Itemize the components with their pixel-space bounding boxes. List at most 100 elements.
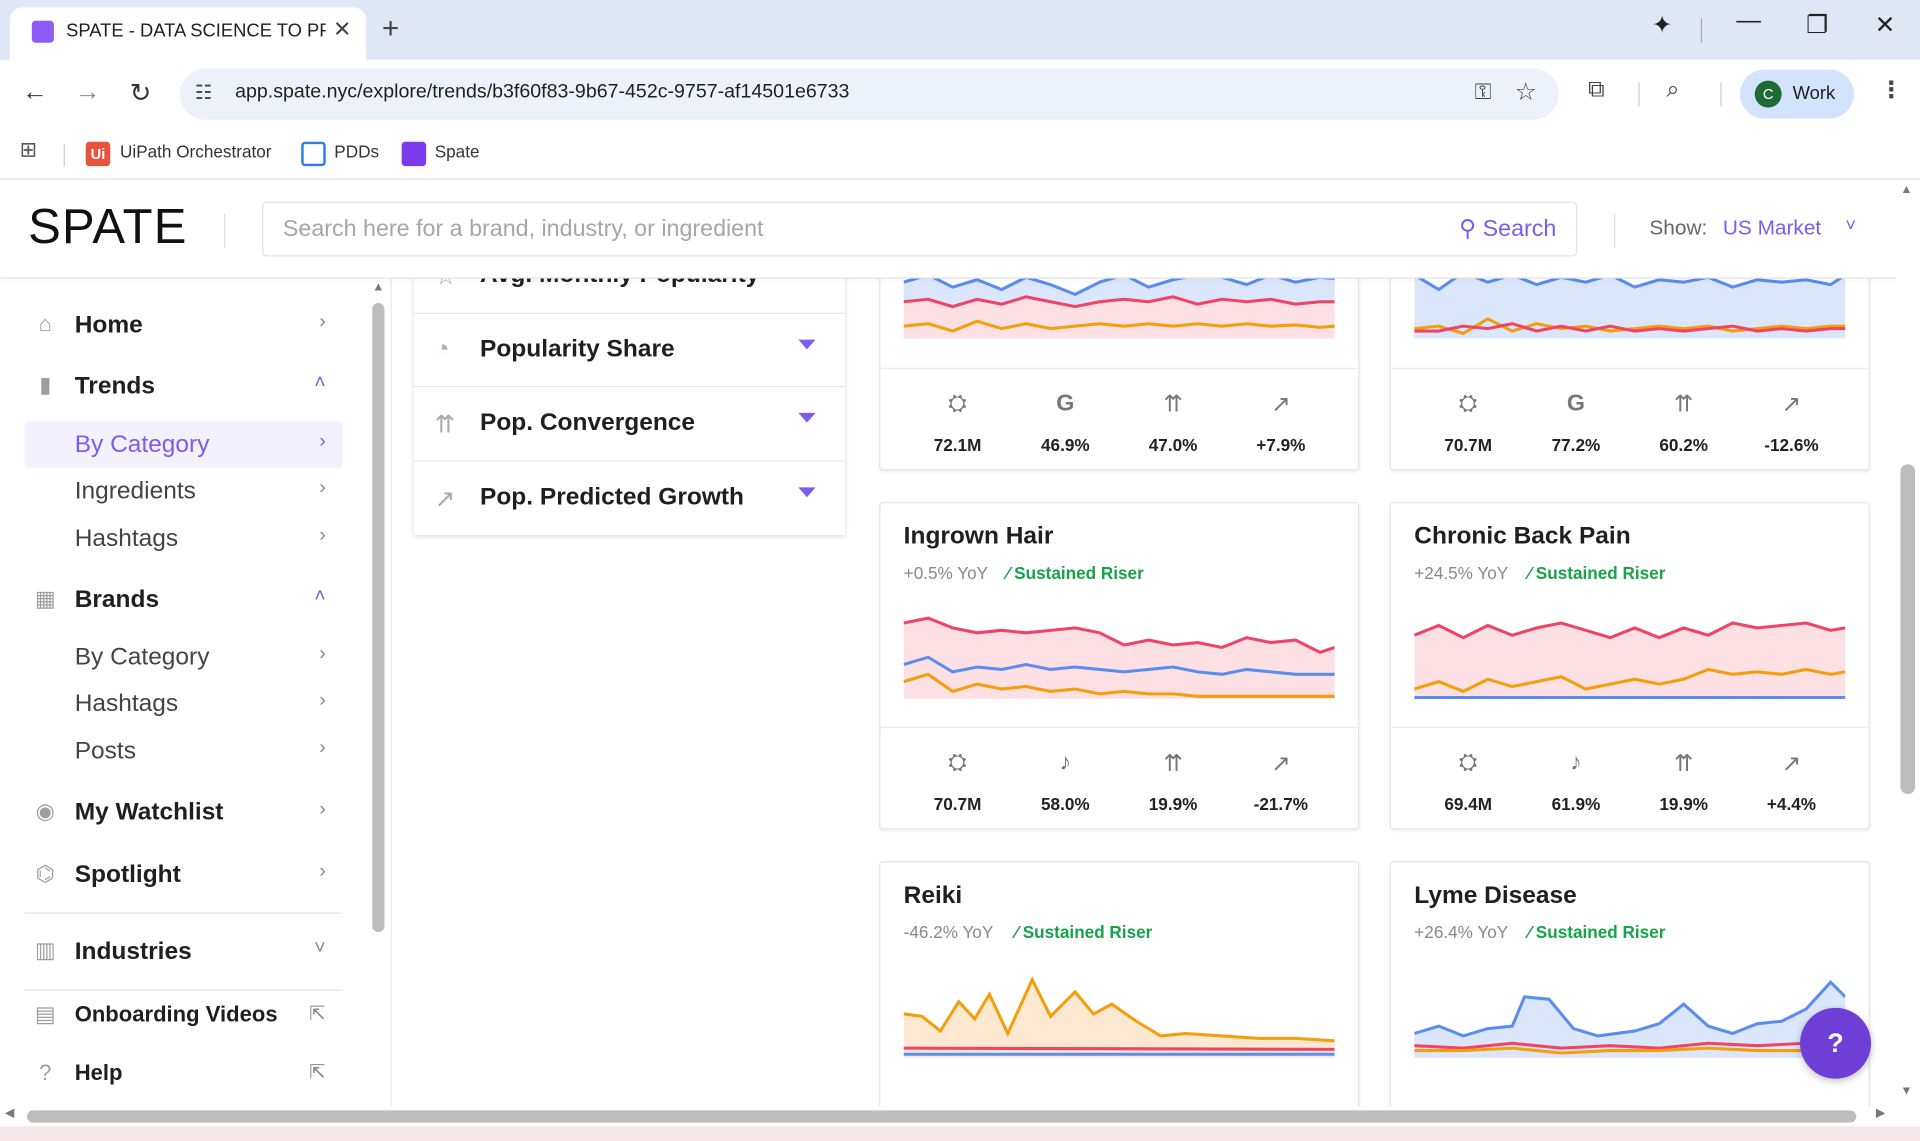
sidebar-label: Trends xyxy=(74,372,155,400)
trend-card-lyme-disease[interactable]: Lyme Disease +26.4% YoY ⁄ Sustained Rise… xyxy=(1389,861,1870,1130)
sidebar-item-trends-by-category[interactable]: By Category › xyxy=(24,421,343,468)
card-yoy: +0.5% YoY xyxy=(903,563,989,583)
gemini-icon[interactable]: ✦ xyxy=(1652,10,1679,39)
address-bar[interactable]: ☷ app.spate.nyc/explore/trends/b3f60f83-… xyxy=(180,68,1559,120)
scroll-down-arrow-icon[interactable]: ▼ xyxy=(1900,1085,1912,1098)
stat-platform: G 46.9% xyxy=(1011,369,1119,469)
search-button-label: Search xyxy=(1482,216,1557,242)
search-icon: ⚲ xyxy=(1459,216,1483,242)
site-settings-icon[interactable]: ☷ xyxy=(195,81,213,105)
filter-pop-predicted-growth[interactable]: ↗ Pop. Predicted Growth xyxy=(413,460,845,536)
tab-search-icon[interactable]: ⌕ xyxy=(1667,77,1680,104)
sidebar-label: By Category xyxy=(74,431,210,459)
popularity-crowd-icon: ⛭ xyxy=(948,390,967,417)
sidebar-item-onboarding[interactable]: ▤ Onboarding Videos ⇱ xyxy=(24,992,342,1038)
dropdown-caret-icon xyxy=(798,339,816,350)
bookmark-star-icon[interactable]: ☆ xyxy=(1515,77,1537,108)
spate-logo[interactable]: SPATE xyxy=(28,200,187,255)
stat-growth: ↗ -21.7% xyxy=(1227,728,1335,828)
popularity-crowd-icon: ⛭ xyxy=(1458,750,1478,776)
sidebar-label: Help xyxy=(74,1060,123,1085)
chevron-right-icon: › xyxy=(319,431,326,452)
new-tab-icon[interactable]: + xyxy=(382,12,399,46)
apps-grid-icon[interactable]: ⊞ xyxy=(20,138,37,162)
stat-convergence: ⇈ 19.9% xyxy=(1630,728,1738,828)
search-input[interactable] xyxy=(282,212,1385,247)
sidebar-item-ingredients[interactable]: Ingredients › xyxy=(24,468,342,514)
browser-tab[interactable]: SPATE - DATA SCIENCE TO PREDICT ✕ xyxy=(9,7,367,60)
sidebar-item-posts[interactable]: Posts › xyxy=(24,728,342,774)
trend-card-reiki[interactable]: Reiki -46.2% YoY ⁄ Sustained Riser xyxy=(879,861,1360,1130)
popularity-crowd-icon: ⛭ xyxy=(1458,390,1478,417)
sidebar-label: Spotlight xyxy=(74,861,181,889)
browser-tab-bar: SPATE - DATA SCIENCE TO PREDICT ✕ + ✦ — … xyxy=(0,0,1920,60)
sidebar-scrollbar[interactable]: ▲ xyxy=(369,278,390,1107)
sidebar-item-brands-hashtags[interactable]: Hashtags › xyxy=(24,680,342,726)
trend-card-chronic-back-pain[interactable]: Chronic Back Pain +24.5% YoY ⁄ Sustained… xyxy=(1389,502,1870,830)
card-title: Chronic Back Pain xyxy=(1414,522,1631,550)
filter-popularity-share[interactable]: ◔ Popularity Share xyxy=(413,312,845,388)
chevron-right-icon: › xyxy=(319,477,326,499)
bookmark-uipath[interactable]: UiPath Orchestrator xyxy=(120,142,271,162)
sidebar-label: Brands xyxy=(74,586,160,614)
sidebar-item-brands-by-category[interactable]: By Category › xyxy=(24,634,342,680)
page-scrollbar[interactable]: ▲ ▼ xyxy=(1895,180,1920,1107)
market-label: Show: xyxy=(1649,216,1708,240)
sidebar-label: Posts xyxy=(74,737,136,765)
close-tab-icon[interactable]: ✕ xyxy=(333,17,351,43)
bookmark-pdds[interactable]: PDDs xyxy=(334,142,379,162)
bookmark-spate[interactable]: Spate xyxy=(435,142,480,162)
sidebar-item-home[interactable]: ⌂ Home › xyxy=(24,302,342,348)
trend-up-icon: ↗ xyxy=(1271,392,1291,418)
url-text[interactable]: app.spate.nyc/explore/trends/b3f60f83-9b… xyxy=(235,82,849,104)
stat-convergence: ⇈ 19.9% xyxy=(1119,728,1227,828)
password-key-icon[interactable]: ⚿ xyxy=(1475,79,1492,105)
profile-name: Work xyxy=(1792,83,1836,104)
sidebar-item-trends-hashtags[interactable]: Hashtags › xyxy=(24,516,342,562)
sidebar: ⌂ Home › ▮ Trends ˄ By Category › Ingred… xyxy=(0,278,368,1107)
home-icon: ⌂ xyxy=(38,311,52,336)
sidebar-item-industries[interactable]: ▥ Industries ˅ xyxy=(24,928,342,974)
trend-card-ingrown-hair[interactable]: Ingrown Hair +0.5% YoY ⁄ Sustained Riser… xyxy=(879,502,1360,830)
scroll-right-arrow-icon[interactable]: ▶ xyxy=(1876,1107,1885,1120)
scroll-up-arrow-icon[interactable]: ▲ xyxy=(372,281,384,294)
help-chat-button[interactable]: ? xyxy=(1800,1007,1872,1079)
stat-platform: G 77.2% xyxy=(1522,369,1630,469)
sidebar-item-trends[interactable]: ▮ Trends ˄ xyxy=(24,363,342,409)
sidebar-label: Ingredients xyxy=(74,477,196,505)
scroll-left-arrow-icon[interactable]: ◀ xyxy=(5,1107,14,1120)
sidebar-item-help[interactable]: ? Help ⇱ xyxy=(24,1051,342,1097)
extensions-icon[interactable]: ⧉ xyxy=(1588,77,1605,104)
search-button[interactable]: ⚲ Search xyxy=(1459,215,1556,243)
card-yoy: +24.5% YoY xyxy=(1414,563,1509,583)
chevron-down-icon[interactable]: ˅ xyxy=(1845,215,1856,236)
sidebar-item-watchlist[interactable]: ◉ My Watchlist › xyxy=(24,789,342,835)
browser-toolbar: ← → ↻ ☷ app.spate.nyc/explore/trends/b3f… xyxy=(0,59,1920,130)
restore-icon[interactable]: ❐ xyxy=(1806,10,1828,41)
market-selector[interactable]: US Market xyxy=(1723,216,1821,240)
scrollbar-thumb[interactable] xyxy=(26,1110,1857,1123)
sidebar-label: By Category xyxy=(74,643,210,671)
forward-icon[interactable]: → xyxy=(75,78,101,107)
scrollbar-thumb[interactable] xyxy=(372,302,385,933)
card-title: Lyme Disease xyxy=(1414,881,1577,909)
eye-icon: ◉ xyxy=(35,798,55,824)
minimize-icon[interactable]: — xyxy=(1736,7,1760,35)
divider xyxy=(24,912,343,914)
scrollbar-thumb[interactable] xyxy=(1900,464,1916,795)
stat-convergence: ⇈ 60.2% xyxy=(1630,369,1738,469)
sidebar-item-spotlight[interactable]: ⌬ Spotlight › xyxy=(24,851,342,897)
filter-panel: ☆ Avg. Monthly Popularity ◔ Popularity S… xyxy=(413,256,845,536)
scroll-up-arrow-icon[interactable]: ▲ xyxy=(1900,183,1912,196)
reload-icon[interactable]: ↻ xyxy=(130,78,152,109)
divider xyxy=(224,213,226,248)
sidebar-item-brands[interactable]: ▦ Brands ˄ xyxy=(24,577,342,623)
profile-button[interactable]: C Work xyxy=(1740,69,1854,119)
back-icon[interactable]: ← xyxy=(22,78,48,107)
trend-sparkline xyxy=(903,976,1335,1058)
filter-label: Pop. Predicted Growth xyxy=(480,483,744,511)
horizontal-scrollbar[interactable]: ◀ ▶ xyxy=(0,1106,1896,1127)
filter-pop-convergence[interactable]: ⇈ Pop. Convergence xyxy=(413,386,845,461)
close-window-icon[interactable]: ✕ xyxy=(1875,10,1896,41)
menu-icon[interactable]: ⋮ xyxy=(1880,77,1903,105)
